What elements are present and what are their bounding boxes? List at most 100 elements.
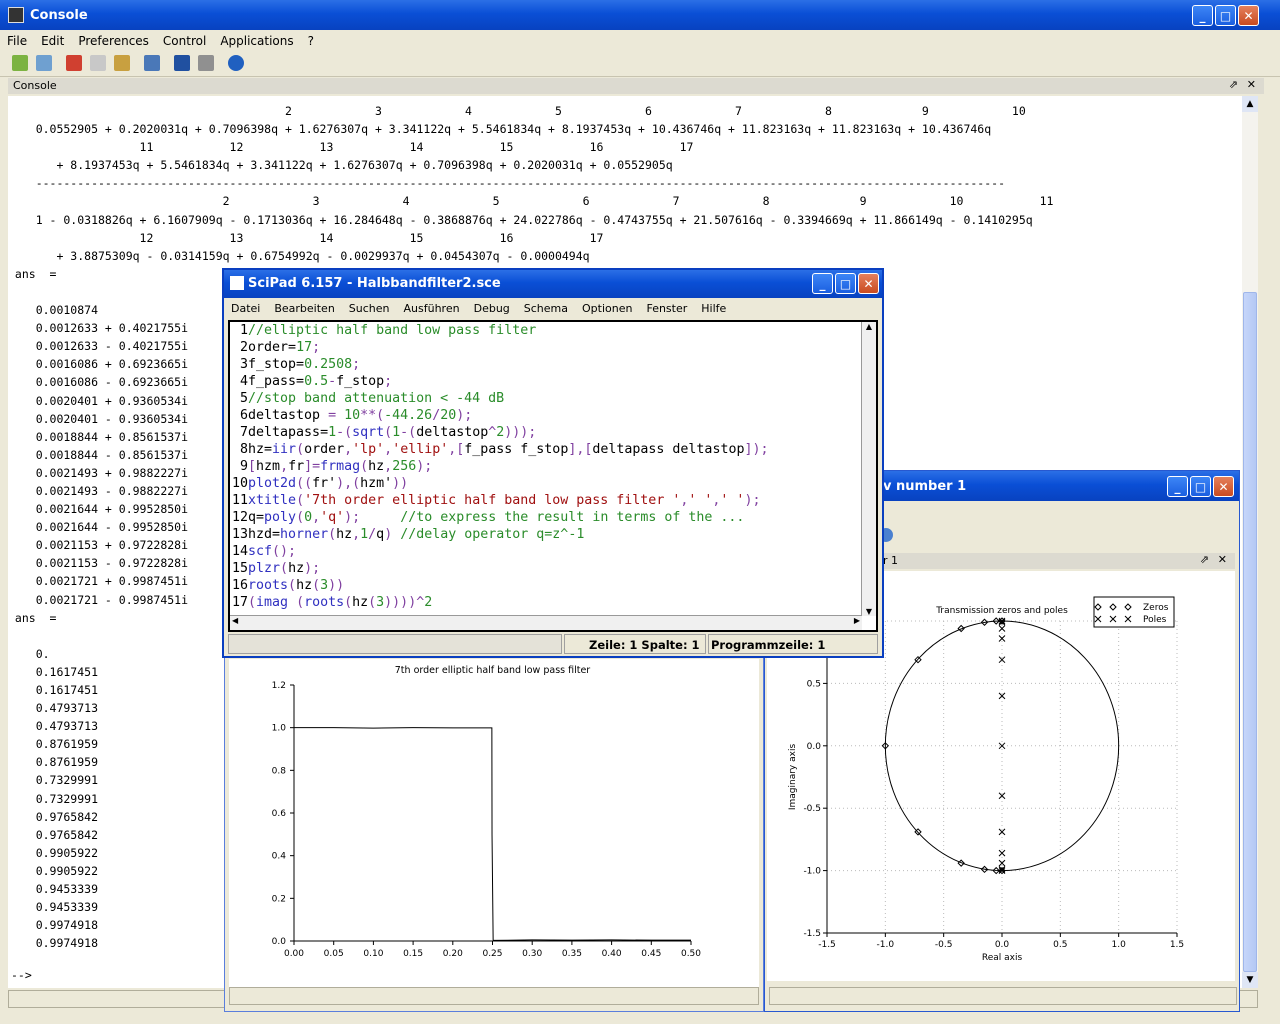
open-file-icon[interactable] — [36, 55, 52, 71]
scipad-menu-optionen[interactable]: Optionen — [575, 298, 639, 315]
paste-icon[interactable] — [114, 55, 130, 71]
code-line[interactable]: 16roots(hz(3)) — [232, 577, 769, 594]
maximize-icon[interactable]: □ — [1190, 476, 1211, 497]
folder-icon[interactable] — [144, 55, 160, 71]
undock-icon[interactable]: ⇗ — [1229, 78, 1238, 91]
code-token: 0 — [304, 510, 313, 525]
code-line[interactable]: 9[hzm,fr]=frmag(hz,256); — [232, 458, 769, 475]
scipad-menu-ausf-hren[interactable]: Ausführen — [397, 298, 467, 315]
scipad-menu-datei[interactable]: Datei — [224, 298, 267, 315]
scroll-up-icon[interactable]: ▲ — [862, 322, 876, 331]
code-line[interactable]: 6deltastop = 10**(-44.26/20); — [232, 407, 769, 424]
scipad-menu-schema[interactable]: Schema — [517, 298, 575, 315]
undock-icon[interactable]: ⇗ — [1200, 553, 1209, 566]
console-scrollbar[interactable]: ▲ ▼ — [1242, 96, 1258, 988]
font-icon[interactable] — [174, 55, 190, 71]
x-tick-label: 0.40 — [602, 949, 622, 959]
maximize-icon[interactable]: □ — [835, 273, 856, 294]
code-line[interactable]: 8hz=iir(order,'lp','ellip',[f_pass f_sto… — [232, 441, 769, 458]
panel-close-icon[interactable]: ✕ — [1247, 78, 1256, 91]
menu-preferences[interactable]: Preferences — [71, 30, 156, 48]
code-token: ],[ — [568, 442, 593, 457]
minimize-icon[interactable]: _ — [1192, 5, 1213, 26]
menu-applications[interactable]: Applications — [213, 30, 300, 48]
console-title: Console — [30, 8, 88, 23]
scroll-up-icon[interactable]: ▲ — [1242, 96, 1258, 112]
scroll-thumb[interactable] — [1243, 292, 1257, 972]
scipad-statusbar: Zeile: 1 Spalte: 1 Programmzeile: 1 — [228, 634, 878, 654]
code-token: = — [328, 408, 345, 423]
code-token: 1 — [392, 425, 401, 440]
code-token: ]); — [744, 442, 769, 457]
editor-vscroll[interactable]: ▲ ▼ — [861, 322, 876, 616]
minimize-icon[interactable]: _ — [1167, 476, 1188, 497]
print-icon[interactable] — [198, 55, 214, 71]
code-line[interactable]: 1//elliptic half band low pass filter — [232, 322, 769, 339]
code-line[interactable]: 13hzd=horner(hz,1/q) //delay operator q=… — [232, 526, 769, 543]
code-token: ; — [384, 374, 393, 389]
code-token: 0.5 — [304, 374, 329, 389]
maximize-icon[interactable]: □ — [1215, 5, 1236, 26]
menu--[interactable]: ? — [301, 30, 321, 48]
response-line — [294, 727, 691, 941]
menu-control[interactable]: Control — [156, 30, 213, 48]
code-line[interactable]: 4f_pass=0.5-f_stop; — [232, 373, 769, 390]
code-token: , — [352, 527, 361, 542]
x-tick-label: 0.5 — [1053, 940, 1067, 950]
console-titlebar[interactable]: Console _ □ ✕ — [0, 0, 1280, 30]
close-icon[interactable]: ✕ — [1238, 5, 1259, 26]
code-token: plot2d — [248, 476, 297, 491]
scipad-titlebar[interactable]: SciPad 6.157 - Halbbandfilter2.sce _ □ ✕ — [224, 270, 882, 298]
minimize-icon[interactable]: _ — [812, 273, 833, 294]
help-icon[interactable] — [228, 55, 244, 71]
scroll-right-icon[interactable]: ▶ — [854, 616, 860, 625]
code-token: - — [328, 374, 337, 389]
code-token: f_stop — [336, 374, 385, 389]
scipad-editor[interactable]: 1//elliptic half band low pass filter 2o… — [228, 320, 878, 632]
code-line[interactable]: 14scf(); — [232, 543, 769, 560]
code-token: hz — [368, 459, 385, 474]
scipad-menu-fenster[interactable]: Fenster — [639, 298, 694, 315]
scipad-menubar: Datei Bearbeiten Suchen Ausführen Debug Schem… — [224, 298, 882, 320]
code-token: ))))^ — [384, 595, 425, 610]
x-tick-label: 0.25 — [482, 949, 502, 959]
x-tick-label: -0.5 — [935, 940, 953, 950]
code-line[interactable]: 17(imag (roots(hz(3))))^2 — [232, 594, 769, 611]
code-line[interactable]: 12q=poly(0,'q'); //to express the result… — [232, 509, 769, 526]
scipad-menu-hilfe[interactable]: Hilfe — [694, 298, 733, 315]
legend-zeros-label: Zeros — [1143, 603, 1169, 613]
code-token: 'ellip' — [392, 442, 449, 457]
editor-hscroll[interactable]: ◀ ▶ — [230, 615, 862, 630]
y-tick-label: -1.0 — [803, 867, 821, 877]
scipad-menu-debug[interactable]: Debug — [467, 298, 517, 315]
menu-edit[interactable]: Edit — [34, 30, 71, 48]
scroll-left-icon[interactable]: ◀ — [232, 616, 238, 625]
code-token: ( — [296, 442, 305, 457]
code-token: 1 — [360, 527, 369, 542]
close-icon[interactable]: ✕ — [858, 273, 879, 294]
menu-file[interactable]: File — [0, 30, 34, 48]
scroll-down-icon[interactable]: ▼ — [862, 607, 876, 616]
line-number: 15 — [232, 561, 249, 576]
code-line[interactable]: 2order=17; — [232, 339, 769, 356]
code-line[interactable]: 11xtitle('7th order elliptic half band l… — [232, 492, 769, 509]
code-line[interactable]: 15plzr(hz); — [232, 560, 769, 577]
cut-icon[interactable] — [66, 55, 82, 71]
copy-icon[interactable] — [90, 55, 106, 71]
code-line[interactable]: 3f_stop=0.2508; — [232, 356, 769, 373]
x-tick-label: 1.5 — [1170, 940, 1184, 950]
code-line[interactable]: 5//stop band attenuation < -44 dB — [232, 390, 769, 407]
code-token: horner — [280, 527, 329, 542]
scroll-down-icon[interactable]: ▼ — [1242, 972, 1258, 988]
code-token: ); — [304, 561, 321, 576]
code-token: ( — [360, 459, 369, 474]
panel-close-icon[interactable]: ✕ — [1218, 553, 1227, 566]
scipad-menu-bearbeiten[interactable]: Bearbeiten — [267, 298, 341, 315]
code-line[interactable]: 7deltapass=1-(sqrt(1-(deltastop^2))); — [232, 424, 769, 441]
code-area[interactable]: 1//elliptic half band low pass filter 2o… — [232, 322, 769, 611]
scipad-menu-suchen[interactable]: Suchen — [342, 298, 397, 315]
code-token: ; — [352, 357, 361, 372]
close-icon[interactable]: ✕ — [1213, 476, 1234, 497]
new-file-icon[interactable] — [12, 55, 28, 71]
code-line[interactable]: 10plot2d((fr'),(hzm')) — [232, 475, 769, 492]
